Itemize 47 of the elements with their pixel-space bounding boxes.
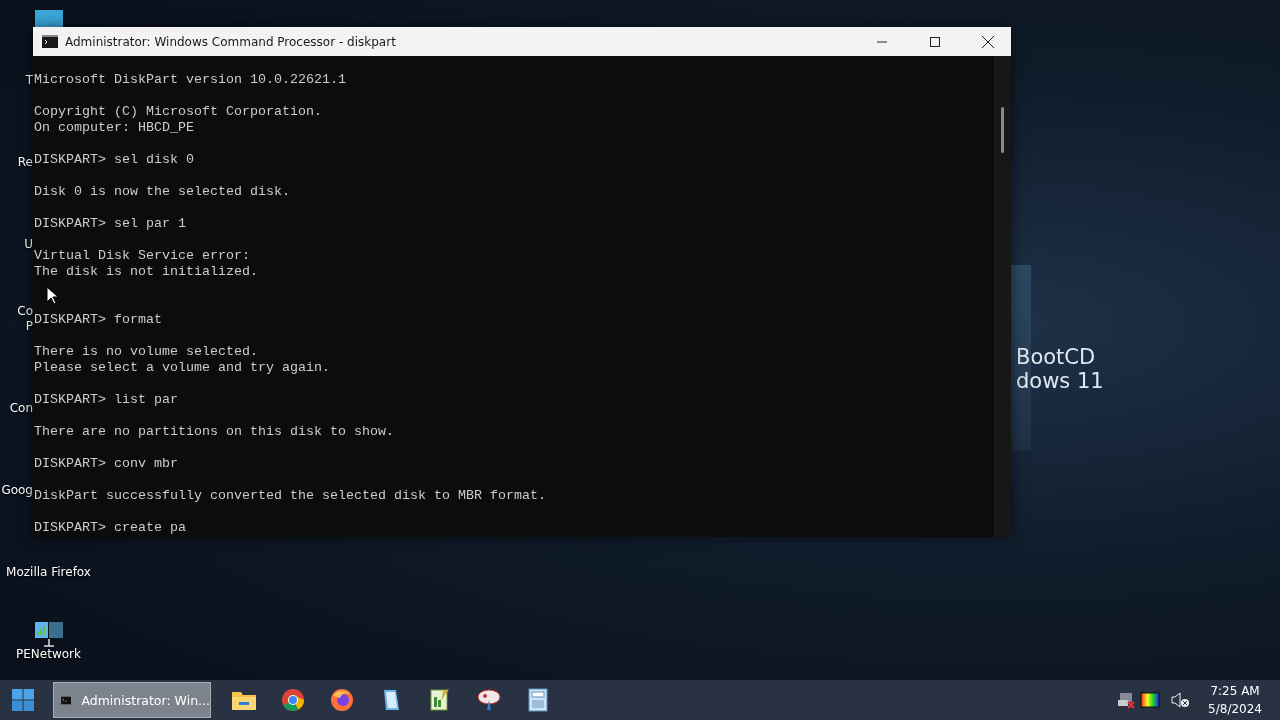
console-line: On computer: HBCD_PE (34, 120, 195, 136)
icon-label: PENetwork (16, 647, 81, 662)
mouse-cursor-icon (46, 286, 58, 305)
icon-label: Goog (0, 483, 33, 498)
console-line: DISKPART> create pa (34, 520, 187, 536)
wallpaper-text: dows 11 (1016, 369, 1104, 393)
icon-label: Mozilla Firefox (6, 565, 91, 580)
console-line: Copyright (C) Microsoft Corporation. (34, 104, 323, 120)
maximize-icon (930, 36, 940, 47)
icon-label: U (23, 237, 33, 252)
clock-time[interactable]: 7:25 AM (1210, 682, 1260, 700)
icon-label: Co (16, 304, 33, 319)
document-icon (428, 688, 451, 712)
console-line: DISKPART> conv mbr (34, 456, 179, 472)
display-icon[interactable] (1140, 692, 1161, 708)
console-line: DISKPART> format (34, 312, 163, 328)
console-line: DISKPART> list par (34, 392, 179, 408)
console-line: Disk 0 is now the selected disk. (34, 184, 291, 200)
icon-label: Con (8, 401, 33, 416)
taskbar-task[interactable]: Administrator: Win... (53, 682, 211, 718)
chrome-icon (280, 688, 305, 712)
palette-icon (475, 688, 502, 712)
icon-label: Re (16, 155, 33, 170)
console-line: DISKPART> sel disk 0 (34, 152, 195, 168)
close-icon (982, 35, 994, 48)
console-line: There are no partitions on this disk to show. (34, 424, 395, 440)
console-line: Microsoft DiskPart version 10.0.22621.1 (34, 72, 347, 88)
console-icon (42, 35, 58, 48)
console-line: Please select a volume and try again. (34, 360, 331, 376)
windows-logo-icon (12, 689, 34, 711)
window-title: Administrator: Windows Command Processor - diskpart (65, 34, 397, 49)
scrollbar[interactable] (994, 56, 1011, 537)
console-line: Virtual Disk Service error: (34, 248, 251, 264)
wallpaper-text: BootCD (1016, 345, 1097, 369)
app-icon[interactable] (35, 10, 63, 28)
console-line: DISKPART> sel par 1 (34, 216, 187, 232)
console-line: There is no volume selected. (34, 344, 259, 360)
calculator-icon (527, 688, 548, 712)
icon-label: P (24, 319, 33, 334)
folder-icon (230, 689, 257, 711)
console-line: The disk is not initialized. (34, 264, 259, 280)
network-status-icon[interactable] (1118, 691, 1137, 709)
console-line: DiskPart successfully converted the selected disk to MBR format. (34, 488, 547, 504)
icon-label: T (24, 73, 33, 88)
firefox-icon (329, 688, 354, 712)
clock-date[interactable]: 5/8/2024 (1208, 700, 1262, 718)
network-icon[interactable] (33, 621, 64, 647)
